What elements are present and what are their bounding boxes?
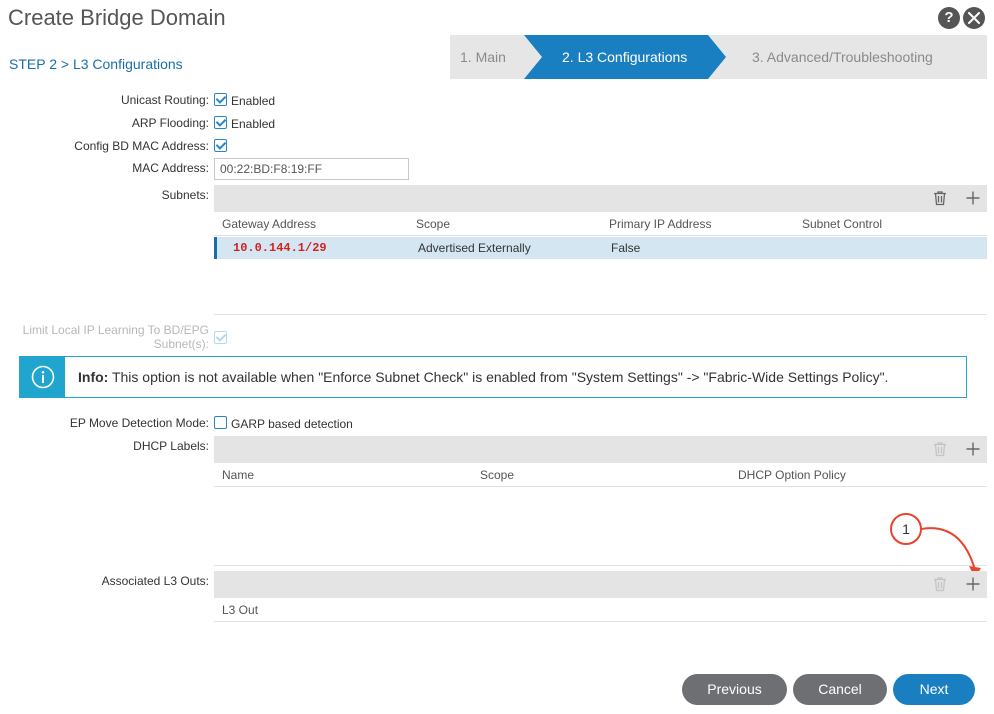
column-subnet-control[interactable]: Subnet Control [802,217,882,231]
mac-address-input[interactable] [214,158,409,180]
info-message: Info: This option is not available when … [78,369,888,385]
unicast-routing-checkbox[interactable] [214,93,227,106]
subnets-toolbar [214,185,987,212]
column-l3-out[interactable]: L3 Out [222,603,258,617]
associated-l3-outs-label: Associated L3 Outs: [101,574,209,588]
limit-local-ip-label-line1: Limit Local IP Learning To BD/EPG [22,323,209,337]
arp-flooding-checkbox[interactable] [214,116,227,129]
dhcp-labels-toolbar [214,436,987,463]
limit-local-ip-label-line2: Subnet(s): [153,337,209,351]
help-icon[interactable]: ? [938,7,960,29]
column-primary-ip-address[interactable]: Primary IP Address [609,217,711,231]
info-icon [20,357,65,397]
primary-ip-cell: False [611,241,641,255]
subnets-label: Subnets: [161,188,209,202]
l3-outs-table-header: L3 Out [214,598,987,622]
column-dhcp-option-policy[interactable]: DHCP Option Policy [738,468,846,482]
trash-icon [932,576,948,592]
next-button[interactable]: Next [893,674,975,705]
trash-icon [932,441,948,457]
ep-move-detection-label: EP Move Detection Mode: [69,416,209,430]
garp-detection-checkbox[interactable] [214,416,227,429]
add-icon[interactable] [965,441,981,457]
subnets-table-header: Gateway Address Scope Primary IP Address… [214,212,987,236]
mac-address-label: MAC Address: [132,161,209,175]
column-name[interactable]: Name [222,468,254,482]
wizard-step-advanced-troubleshooting[interactable]: 3. Advanced/Troubleshooting [752,35,933,79]
gateway-address-cell: 10.0.144.1/29 [233,241,327,255]
subnets-table-bottom [214,314,987,315]
add-l3-out-icon[interactable] [965,576,981,592]
info-banner: Info: This option is not available when … [19,356,967,398]
dhcp-labels-table-header: Name Scope DHCP Option Policy [214,463,987,487]
scope-cell: Advertised Externally [418,241,531,255]
step-label: STEP 2 > L3 Configurations [9,56,183,72]
wizard-step-l3-configurations[interactable]: 2. L3 Configurations [562,35,687,79]
unicast-routing-text: Enabled [231,94,276,108]
arp-flooding-label: ARP Flooding: [131,116,209,130]
arp-flooding-text: Enabled [231,117,276,131]
garp-detection-text: GARP based detection [231,417,353,431]
column-scope[interactable]: Scope [416,217,450,231]
add-icon[interactable] [965,190,981,206]
wizard-steps: 1. Main 2. L3 Configurations 3. Advanced… [450,35,987,79]
trash-icon[interactable] [932,190,948,206]
info-prefix: Info: [78,369,109,385]
limit-local-ip-checkbox [214,331,227,344]
l3-outs-toolbar [214,571,987,598]
wizard-step-main[interactable]: 1. Main [460,35,506,79]
column-gateway-address[interactable]: Gateway Address [222,217,316,231]
close-icon[interactable] [963,7,985,29]
unicast-routing-label: Unicast Routing: [120,93,209,107]
config-bd-mac-label: Config BD MAC Address: [74,139,209,153]
config-bd-mac-checkbox[interactable] [214,139,227,152]
column-scope[interactable]: Scope [480,468,514,482]
callout-number: 1 [902,521,910,537]
cancel-button[interactable]: Cancel [793,674,887,705]
info-message-text: This option is not available when "Enfor… [111,369,889,385]
table-row[interactable]: 10.0.144.1/29 Advertised Externally Fals… [214,237,987,259]
dhcp-labels-label: DHCP Labels: [133,439,209,453]
dialog-title: Create Bridge Domain [8,5,226,30]
previous-button[interactable]: Previous [682,674,787,705]
dhcp-labels-table-bottom [214,565,987,566]
